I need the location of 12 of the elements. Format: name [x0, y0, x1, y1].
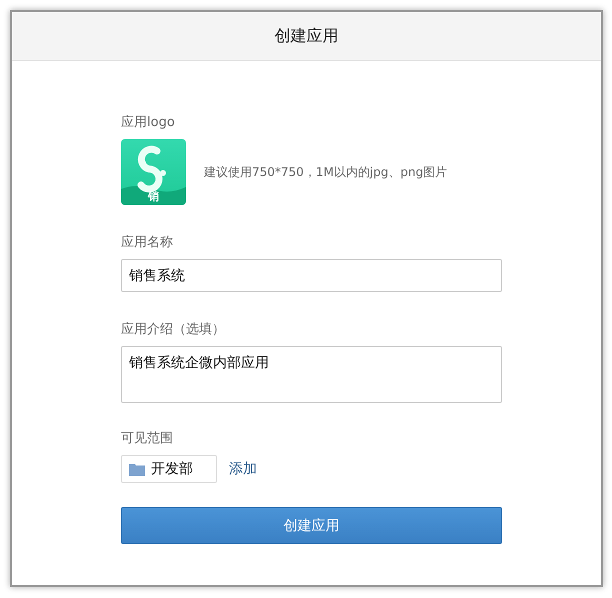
field-label: 应用logo — [121, 114, 176, 131]
folder-icon — [129, 462, 145, 476]
field-label: 应用名称 — [121, 234, 174, 251]
field-label: 应用介绍（选填） — [121, 321, 226, 338]
upload-hint: 建议使用750*750，1M以内的jpg、png图片 — [204, 164, 448, 180]
dialog-title: 创建应用 — [12, 12, 601, 61]
intro-input-field[interactable]: 销售系统企微内部应用 — [121, 346, 502, 403]
department-name: 开发部 — [151, 460, 193, 478]
add-link[interactable]: 添加 — [229, 460, 257, 478]
name-input-field[interactable]: 销售系统 — [121, 259, 502, 292]
create-button[interactable]: 创建应用 — [121, 507, 502, 544]
field-label: 可见范围 — [121, 430, 174, 447]
